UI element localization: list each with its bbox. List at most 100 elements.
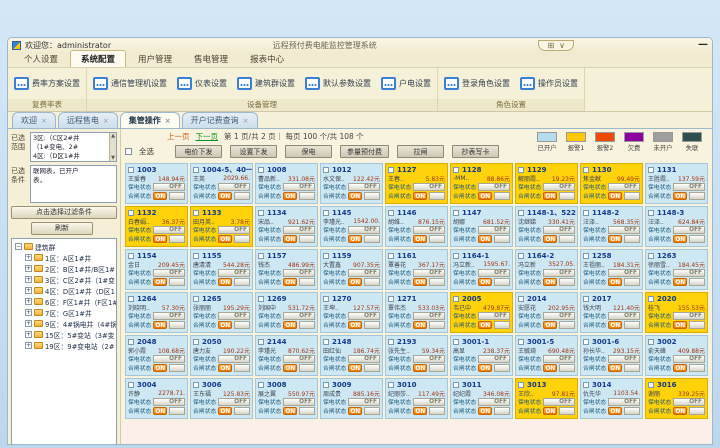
card-checkbox[interactable]	[258, 382, 264, 388]
card-checkbox[interactable]	[193, 210, 199, 216]
card-checkbox[interactable]	[583, 339, 589, 345]
ribbon-button-户电设置[interactable]: 户电设置	[381, 77, 431, 90]
meter-card[interactable]: 1148-3汪泽..624.84元保电状态OFF合闸状态ON	[645, 206, 708, 247]
tab-开户记费查询[interactable]: 开户记费查询×	[182, 112, 258, 128]
tab-close-icon[interactable]: ×	[103, 117, 109, 125]
toolbar-button-电价下发[interactable]: 电价下发	[175, 145, 222, 158]
ribbon-button-费率方案设置[interactable]: 费率方案设置	[14, 77, 80, 90]
toolbar-button-抄表写卡[interactable]: 抄表写卡	[452, 145, 499, 158]
ribbon-button-通信管理机设置[interactable]: 通信管理机设置	[93, 77, 167, 90]
meter-card[interactable]: 1258王祖丽..184.31元保电状态OFF合闸状态ON	[580, 249, 643, 290]
card-checkbox[interactable]	[583, 253, 589, 259]
card-checkbox[interactable]	[258, 210, 264, 216]
tab-close-icon[interactable]: ×	[165, 117, 171, 125]
meter-card[interactable]: 1271覃伟杰533.03元保电状态OFF合闸状态ON	[385, 292, 448, 333]
meter-card[interactable]: 1134宋品..921.62元保电状态OFF合闸状态ON	[255, 206, 318, 247]
meter-card[interactable]: 1159大置鑫907.35元保电状态OFF合闸状态ON	[320, 249, 383, 290]
meter-card[interactable]: 3001-5王毓琦690.48元保电状态OFF合闸状态ON	[515, 335, 578, 376]
ribbon-button-建筑群设置[interactable]: 建筑群设置	[237, 77, 295, 90]
card-checkbox[interactable]	[128, 210, 134, 216]
expand-icon[interactable]: +	[25, 254, 32, 261]
meter-card[interactable]: 2148田红仙186.74元保电状态OFF合闸状态ON	[320, 335, 383, 376]
range-list-item[interactable]: 3区:（C区2#井	[33, 134, 108, 143]
chevron-down-icon[interactable]: ∨	[559, 41, 565, 50]
card-checkbox[interactable]	[453, 167, 459, 173]
meter-card[interactable]: 1148-2汪泽..568.35元保电状态OFF合闸状态ON	[580, 206, 643, 247]
card-checkbox[interactable]	[518, 253, 524, 259]
meter-card[interactable]: 3013王欣..97.81元保电状态OFF合闸状态ON	[515, 378, 578, 419]
collapse-icon[interactable]: −	[15, 243, 22, 250]
selected-condition-listbox[interactable]: 联网表，已开户表，	[30, 165, 117, 203]
condition-list-item[interactable]: 表，	[33, 176, 108, 185]
tree-item[interactable]: +6区：F区1#井（F区1#	[15, 296, 116, 307]
ribbon-button-仪表设置[interactable]: 仪表设置	[177, 77, 227, 90]
card-checkbox[interactable]	[193, 167, 199, 173]
card-checkbox[interactable]	[258, 253, 264, 259]
expand-icon[interactable]: +	[25, 265, 32, 272]
tab-close-icon[interactable]: ×	[243, 117, 249, 125]
meter-card[interactable]: 3016谢丽339.25元保电状态OFF合闸状态ON	[645, 378, 708, 419]
meter-card[interactable]: 3010纪丽莎..117.49元保电状态OFF合闸状态ON	[385, 378, 448, 419]
meter-card[interactable]: 1154金日209.45元保电状态OFF合闸状态ON	[125, 249, 188, 290]
card-checkbox[interactable]	[648, 167, 654, 173]
meter-card[interactable]: 1157钱杰486.99元保电状态OFF合闸状态ON	[255, 249, 318, 290]
card-checkbox[interactable]	[323, 296, 329, 302]
meter-card[interactable]: 3001-6孙长华..293.15元保电状态OFF合闸状态ON	[580, 335, 643, 376]
building-tree[interactable]: −建筑群+1区：A区1#井+2区：B区1#井/B区1#+3区：C区2#井（1#变…	[11, 238, 117, 445]
skin-selector[interactable]: ⊞ ∨	[538, 40, 574, 51]
tree-item[interactable]: +3区：C区2#井（1#变	[15, 274, 116, 285]
toolbar-button-设置下发[interactable]: 设置下发	[230, 145, 277, 158]
card-checkbox[interactable]	[128, 167, 134, 173]
card-checkbox[interactable]	[648, 253, 654, 259]
tab-集管操作[interactable]: 集管操作×	[120, 112, 180, 128]
meter-card[interactable]: 2005韦已中479.87元保电状态OFF合闸状态ON	[450, 292, 513, 333]
meter-card[interactable]: 1128-MM..88.86元保电状态OFF合闸状态ON	[450, 163, 513, 204]
meter-card[interactable]: 2017钱大明121.40元保电状态OFF合闸状态ON	[580, 292, 643, 333]
meter-card[interactable]: 1161覃善花367.17元保电状态OFF合闸状态ON	[385, 249, 448, 290]
card-checkbox[interactable]	[388, 296, 394, 302]
meter-card[interactable]: 2014安愿花202.95元保电状态OFF合闸状态ON	[515, 292, 578, 333]
card-checkbox[interactable]	[648, 210, 654, 216]
card-checkbox[interactable]	[388, 167, 394, 173]
card-checkbox[interactable]	[258, 296, 264, 302]
range-list-item[interactable]: 4区:（D区1#井	[33, 152, 108, 161]
menu-tab-用户管理[interactable]: 用户管理	[128, 51, 182, 67]
card-checkbox[interactable]	[453, 339, 459, 345]
meter-card[interactable]: 1132白春娟..36.37元保电状态OFF合闸状态ON	[125, 206, 188, 247]
card-checkbox[interactable]	[453, 210, 459, 216]
card-checkbox[interactable]	[258, 339, 264, 345]
meter-card[interactable]: 1003王爱春148.94元保电状态OFF合闸状态ON	[125, 163, 188, 204]
scroll-up-icon[interactable]: ▲	[111, 133, 115, 139]
meter-card[interactable]: 3004许静2278.71.保电状态OFF合闸状态ON	[125, 378, 188, 419]
card-checkbox[interactable]	[128, 296, 134, 302]
meter-card[interactable]: 1008曹品新..331.08元保电状态OFF合闸状态ON	[255, 163, 318, 204]
card-checkbox[interactable]	[518, 210, 524, 216]
card-checkbox[interactable]	[518, 167, 524, 173]
card-checkbox[interactable]	[453, 382, 459, 388]
prev-page-link[interactable]: 上一页	[167, 131, 190, 142]
card-checkbox[interactable]	[193, 253, 199, 259]
meter-card[interactable]: 3011纪纪霞346.08元保电状态OFF合闸状态ON	[450, 378, 513, 419]
meter-card[interactable]: 1127王春..5.83元保电状态OFF合闸状态ON	[385, 163, 448, 204]
card-checkbox[interactable]	[323, 253, 329, 259]
meter-card[interactable]: 3014仇先华1103.54.保电状态OFF合闸状态ON	[580, 378, 643, 419]
card-checkbox[interactable]	[323, 210, 329, 216]
expand-icon[interactable]: +	[25, 298, 32, 305]
card-checkbox[interactable]	[323, 382, 329, 388]
meter-card[interactable]: 2193张先生..59.34元保电状态OFF合闸状态ON	[385, 335, 448, 376]
meter-card[interactable]: 1265张丽丽195.29元保电状态OFF合闸状态ON	[190, 292, 253, 333]
expand-icon[interactable]: +	[25, 320, 32, 327]
condition-list-item[interactable]: 联网表，已开户	[33, 167, 108, 176]
refresh-button[interactable]: 刷新	[31, 222, 93, 235]
card-checkbox[interactable]	[388, 382, 394, 388]
menu-tab-系统配置[interactable]: 系统配置	[70, 50, 126, 67]
range-list-item[interactable]: （1#变电、2#	[33, 143, 108, 152]
toolbar-button-拉闸[interactable]: 拉闸	[397, 145, 444, 158]
meter-card[interactable]: 3008展之翼550.97元保电状态OFF合闸状态ON	[255, 378, 318, 419]
expand-icon[interactable]: +	[25, 276, 32, 283]
card-checkbox[interactable]	[258, 167, 264, 173]
skin-grid-icon[interactable]: ⊞	[547, 41, 554, 50]
toolbar-button-参量预付费[interactable]: 参量预付费	[340, 145, 389, 158]
meter-card[interactable]: 2144李瑾光870.62元保电状态OFF合闸状态ON	[255, 335, 318, 376]
meter-card[interactable]: 2020桂飞155.53元保电状态OFF合闸状态ON	[645, 292, 708, 333]
